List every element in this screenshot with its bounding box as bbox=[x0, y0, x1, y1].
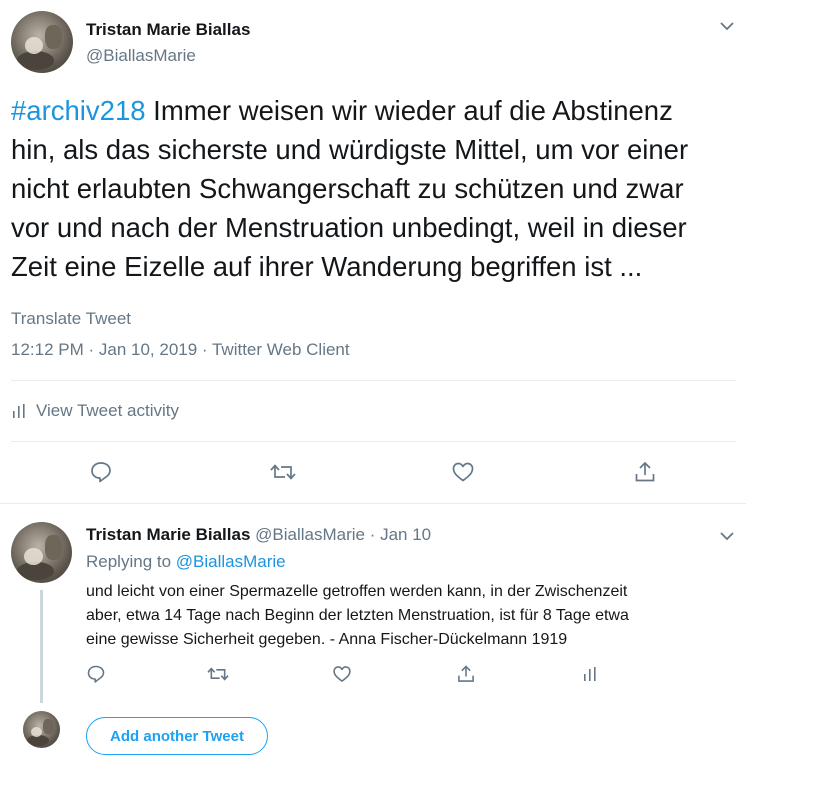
replying-to: Replying to @BiallasMarie bbox=[86, 552, 286, 572]
heart-icon bbox=[452, 462, 474, 482]
share-icon bbox=[635, 461, 655, 482]
tweet-timestamp[interactable]: 12:12 PM · Jan 10, 2019 · Twitter Web Cl… bbox=[11, 340, 350, 360]
reply-text: und leicht von einer Spermazelle getroff… bbox=[86, 583, 629, 648]
thread-line bbox=[40, 590, 43, 703]
reply-icon bbox=[91, 462, 111, 483]
reply-like-button[interactable] bbox=[331, 663, 353, 685]
tweet-text: #archiv218 Immer weisen wir wieder auf d… bbox=[11, 91, 751, 286]
author-handle[interactable]: @BiallasMarie bbox=[86, 46, 196, 66]
hashtag-link[interactable]: #archiv218 bbox=[11, 95, 146, 126]
divider bbox=[0, 503, 746, 504]
reply-author-avatar[interactable] bbox=[11, 522, 72, 583]
author-avatar[interactable] bbox=[11, 11, 73, 73]
retweet-button[interactable] bbox=[268, 459, 298, 485]
like-button[interactable] bbox=[450, 459, 476, 485]
replying-prefix: Replying to bbox=[86, 552, 176, 571]
tweet-activity-link[interactable]: View Tweet activity bbox=[11, 401, 179, 421]
reply-retweet-button[interactable] bbox=[205, 663, 231, 685]
reply-reply-button[interactable] bbox=[85, 663, 107, 685]
translate-link[interactable]: Translate Tweet bbox=[11, 309, 131, 329]
reply-author-handle[interactable]: @BiallasMarie · Jan 10 bbox=[255, 525, 431, 544]
divider bbox=[11, 441, 736, 442]
share-button[interactable] bbox=[632, 459, 658, 485]
add-another-tweet-button[interactable]: Add another Tweet bbox=[86, 717, 268, 755]
reply-author-name[interactable]: Tristan Marie Biallas bbox=[86, 525, 250, 544]
heart-icon bbox=[333, 666, 351, 682]
reply-header: Tristan Marie Biallas @BiallasMarie · Ja… bbox=[86, 525, 431, 545]
retweet-icon bbox=[207, 667, 229, 681]
tweet-activity-label: View Tweet activity bbox=[36, 401, 179, 420]
author-name[interactable]: Tristan Marie Biallas bbox=[86, 20, 250, 40]
reply-button[interactable] bbox=[88, 459, 114, 485]
bar-chart-icon bbox=[11, 403, 27, 419]
retweet-icon bbox=[270, 464, 296, 480]
chevron-down-icon[interactable] bbox=[719, 20, 735, 32]
reply-share-button[interactable] bbox=[455, 663, 477, 685]
share-icon bbox=[458, 665, 474, 682]
divider bbox=[11, 380, 736, 381]
current-user-avatar[interactable] bbox=[23, 711, 60, 748]
replying-to-link[interactable]: @BiallasMarie bbox=[176, 552, 286, 571]
reply-icon bbox=[87, 665, 105, 683]
chevron-down-icon[interactable] bbox=[719, 530, 735, 542]
bar-chart-icon bbox=[584, 667, 596, 681]
reply-activity-button[interactable] bbox=[580, 663, 600, 685]
